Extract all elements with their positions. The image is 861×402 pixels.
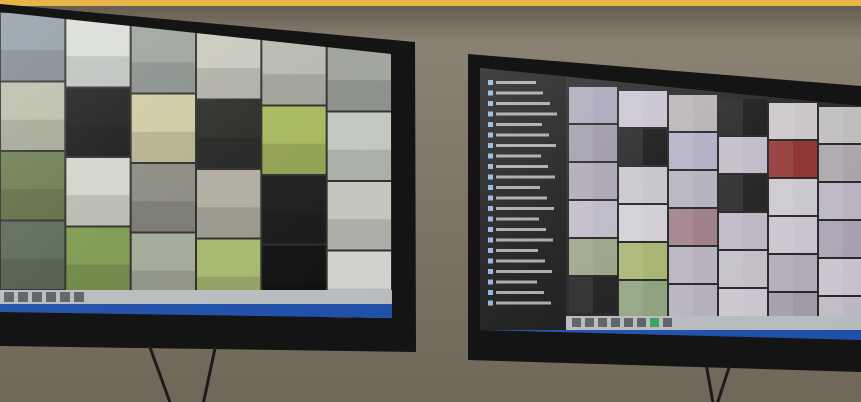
right-monitor — [468, 54, 861, 372]
right-monitor-screen — [480, 68, 861, 340]
left-monitor-screen — [0, 12, 392, 318]
monitors-svg — [0, 4, 861, 372]
left-monitor — [0, 4, 416, 352]
photo-scene — [0, 0, 861, 402]
